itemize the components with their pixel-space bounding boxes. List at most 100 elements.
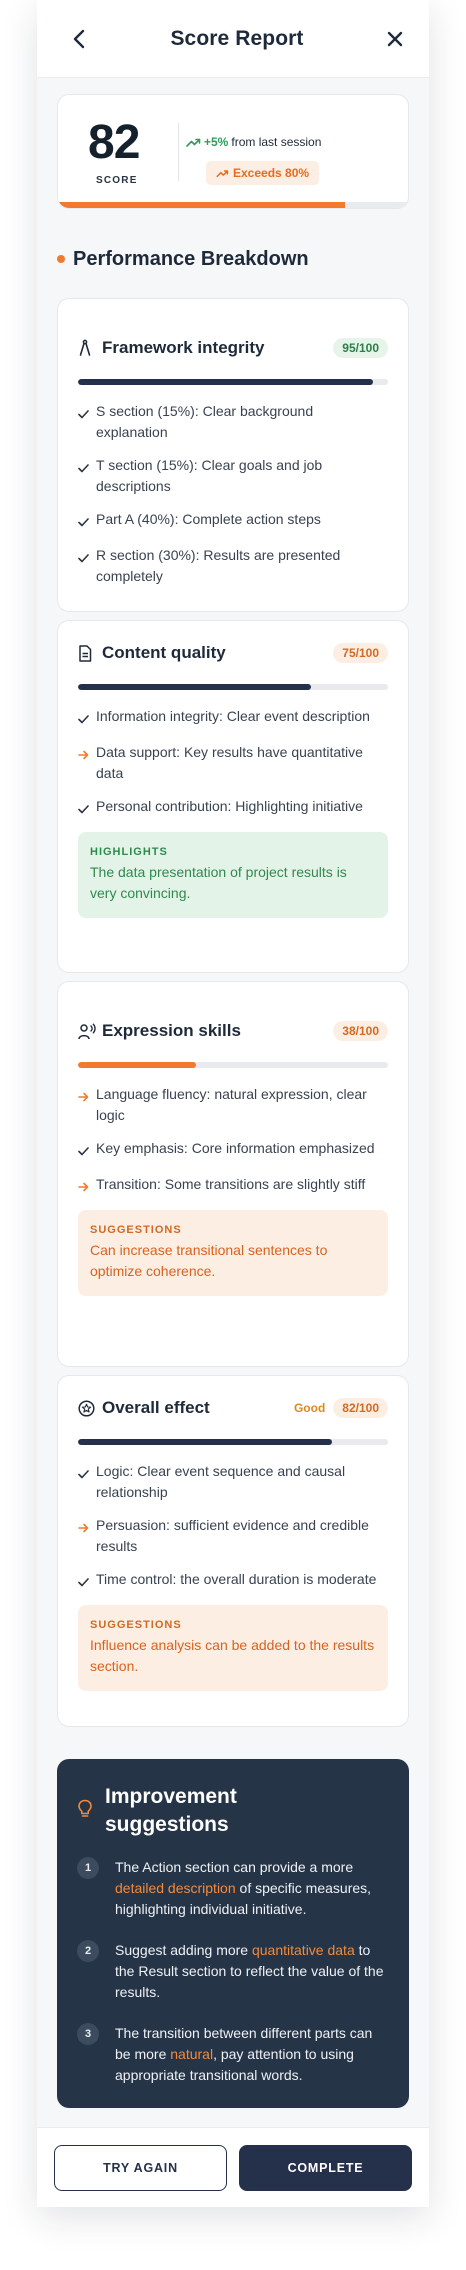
- improvement-panel: Improvement suggestions 1 The Action sec…: [57, 1759, 409, 2108]
- check-icon: [78, 706, 96, 730]
- note-text: Can increase transitional sentences to o…: [90, 1242, 328, 1279]
- check-icon: [78, 455, 96, 479]
- progress-fill: [78, 684, 311, 690]
- progress-bar: [78, 684, 388, 690]
- complete-button[interactable]: COMPLETE: [239, 2144, 412, 2191]
- lightbulb-icon: [78, 1799, 92, 1817]
- arrow-right-icon: [78, 1084, 96, 1108]
- suggestion-number: 2: [77, 1940, 99, 1962]
- card-title: Framework integrity: [102, 338, 265, 357]
- highlight-text: natural: [170, 2046, 214, 2062]
- criteria-list: Language fluency: natural expression, cl…: [78, 1084, 388, 1198]
- suggestion-item: 3 The transition between different parts…: [77, 2023, 387, 2086]
- chevron-left-icon: [73, 29, 85, 48]
- progress-fill: [78, 1439, 333, 1445]
- check-icon: [78, 509, 96, 533]
- bullet-dot: [57, 255, 65, 263]
- score-value: 82: [88, 116, 140, 169]
- exceeds-text: Exceeds 80%: [233, 166, 310, 180]
- metric-card-framework: Framework integrity 95/100 S section (15…: [57, 298, 409, 612]
- card-title: Content quality: [102, 643, 226, 662]
- trending-up-icon: [186, 138, 201, 147]
- speaking-person-icon: [78, 1023, 96, 1039]
- score-divider: [178, 123, 179, 181]
- list-item: Part A (40%): Complete action steps: [78, 509, 388, 533]
- try-again-button[interactable]: TRY AGAIN: [54, 2144, 227, 2191]
- trend-text: from last session: [231, 135, 322, 149]
- star-circle-icon: [78, 1399, 95, 1417]
- list-item: S section (15%): Clear background explan…: [78, 401, 388, 443]
- app-header: Score Report: [37, 0, 429, 78]
- card-header: Framework integrity 95/100: [78, 333, 388, 363]
- arrow-right-icon: [78, 1515, 96, 1539]
- arrow-right-icon: [78, 1174, 96, 1198]
- document-icon: [79, 644, 92, 662]
- progress-bar: [78, 1439, 388, 1445]
- criteria-list: Logic: Clear event sequence and causal r…: [78, 1461, 388, 1593]
- score-badge: 82/100: [333, 1398, 388, 1418]
- score-badge: 38/100: [333, 1021, 388, 1041]
- score-badge: 95/100: [333, 338, 388, 358]
- check-icon: [78, 401, 96, 425]
- suggestions-note: SUGGESTIONS Influence analysis can be ad…: [78, 1605, 388, 1691]
- suggestion-text: The transition between different parts c…: [115, 2025, 373, 2083]
- score-progress-bar: [58, 202, 408, 208]
- list-item: Information integrity: Clear event descr…: [78, 706, 388, 730]
- list-item: Data support: Key results have quantitat…: [78, 742, 388, 784]
- card-header: Content quality 75/100: [78, 638, 388, 668]
- back-button[interactable]: [65, 25, 93, 53]
- suggestions-note: SUGGESTIONS Can increase transitional se…: [78, 1210, 388, 1296]
- progress-bar: [78, 379, 388, 385]
- highlight-text: quantitative data: [251, 1942, 355, 1958]
- highlights-note: HIGHLIGHTS The data presentation of proj…: [78, 832, 388, 918]
- card-header: Expression skills 38/100: [78, 1016, 388, 1046]
- close-icon: [387, 31, 403, 46]
- card-header: Overall effect Good 82/100: [78, 1393, 388, 1423]
- highlight-text: detailed description: [115, 1880, 236, 1896]
- check-icon: [78, 1461, 96, 1485]
- suggestion-number: 3: [77, 2023, 99, 2045]
- score-badge: 75/100: [333, 643, 388, 663]
- compass-icon: [79, 339, 91, 356]
- list-item: Language fluency: natural expression, cl…: [78, 1084, 388, 1126]
- list-item: Key emphasis: Core information emphasize…: [78, 1138, 388, 1162]
- check-icon: [78, 545, 96, 569]
- exceeds-badge: Exceeds 80%: [206, 161, 320, 185]
- list-item: Time control: the overall duration is mo…: [78, 1569, 388, 1593]
- suggestion-item: 2 Suggest adding more quantitative data …: [77, 1940, 387, 2003]
- note-label: HIGHLIGHTS: [90, 846, 168, 858]
- note-label: SUGGESTIONS: [90, 1619, 182, 1631]
- suggestion-number: 1: [77, 1857, 99, 1879]
- list-item: Personal contribution: Highlighting init…: [78, 796, 388, 820]
- criteria-list: S section (15%): Clear background explan…: [78, 401, 388, 587]
- score-card: 82 SCORE +5% from last session Exceeds 8…: [57, 94, 409, 209]
- metric-card-content: Content quality 75/100 Information integ…: [57, 620, 409, 973]
- check-icon: [78, 1138, 96, 1162]
- score-progress-fill: [58, 202, 345, 208]
- screen: Score Report 82 SCORE +5% from last sess…: [37, 0, 429, 2207]
- improvement-header: Improvement suggestions: [77, 1783, 387, 1839]
- suggestion-text: The Action section can provide a more de…: [115, 1859, 372, 1917]
- list-item: Persuasion: sufficient evidence and cred…: [78, 1515, 388, 1557]
- card-title: Expression skills: [102, 1021, 241, 1040]
- rating-label: Good: [293, 1401, 326, 1415]
- breakdown-title: Performance Breakdown: [57, 244, 409, 274]
- note-text: Influence analysis can be added to the r…: [90, 1637, 375, 1674]
- close-button[interactable]: [381, 25, 409, 53]
- list-item: Logic: Clear event sequence and causal r…: [78, 1461, 388, 1503]
- suggestion-text: Suggest adding more quantitative data to…: [115, 1942, 384, 2000]
- arrow-right-icon: [78, 742, 96, 766]
- suggestion-item: 1 The Action section can provide a more …: [77, 1857, 387, 1920]
- list-item: R section (30%): Results are presented c…: [78, 545, 388, 587]
- note-label: SUGGESTIONS: [90, 1224, 182, 1236]
- list-item: T section (15%): Clear goals and job des…: [78, 455, 388, 497]
- report-content: 82 SCORE +5% from last session Exceeds 8…: [37, 78, 429, 2108]
- score-label: SCORE: [96, 175, 138, 186]
- note-text: The data presentation of project results…: [90, 864, 347, 901]
- suggestion-list: 1 The Action section can provide a more …: [77, 1857, 387, 2086]
- improvement-title: Improvement suggestions: [105, 1785, 237, 1836]
- breakdown-title-text: Performance Breakdown: [73, 247, 309, 270]
- progress-fill: [78, 1062, 196, 1068]
- progress-fill: [78, 379, 373, 385]
- check-icon: [78, 1569, 96, 1593]
